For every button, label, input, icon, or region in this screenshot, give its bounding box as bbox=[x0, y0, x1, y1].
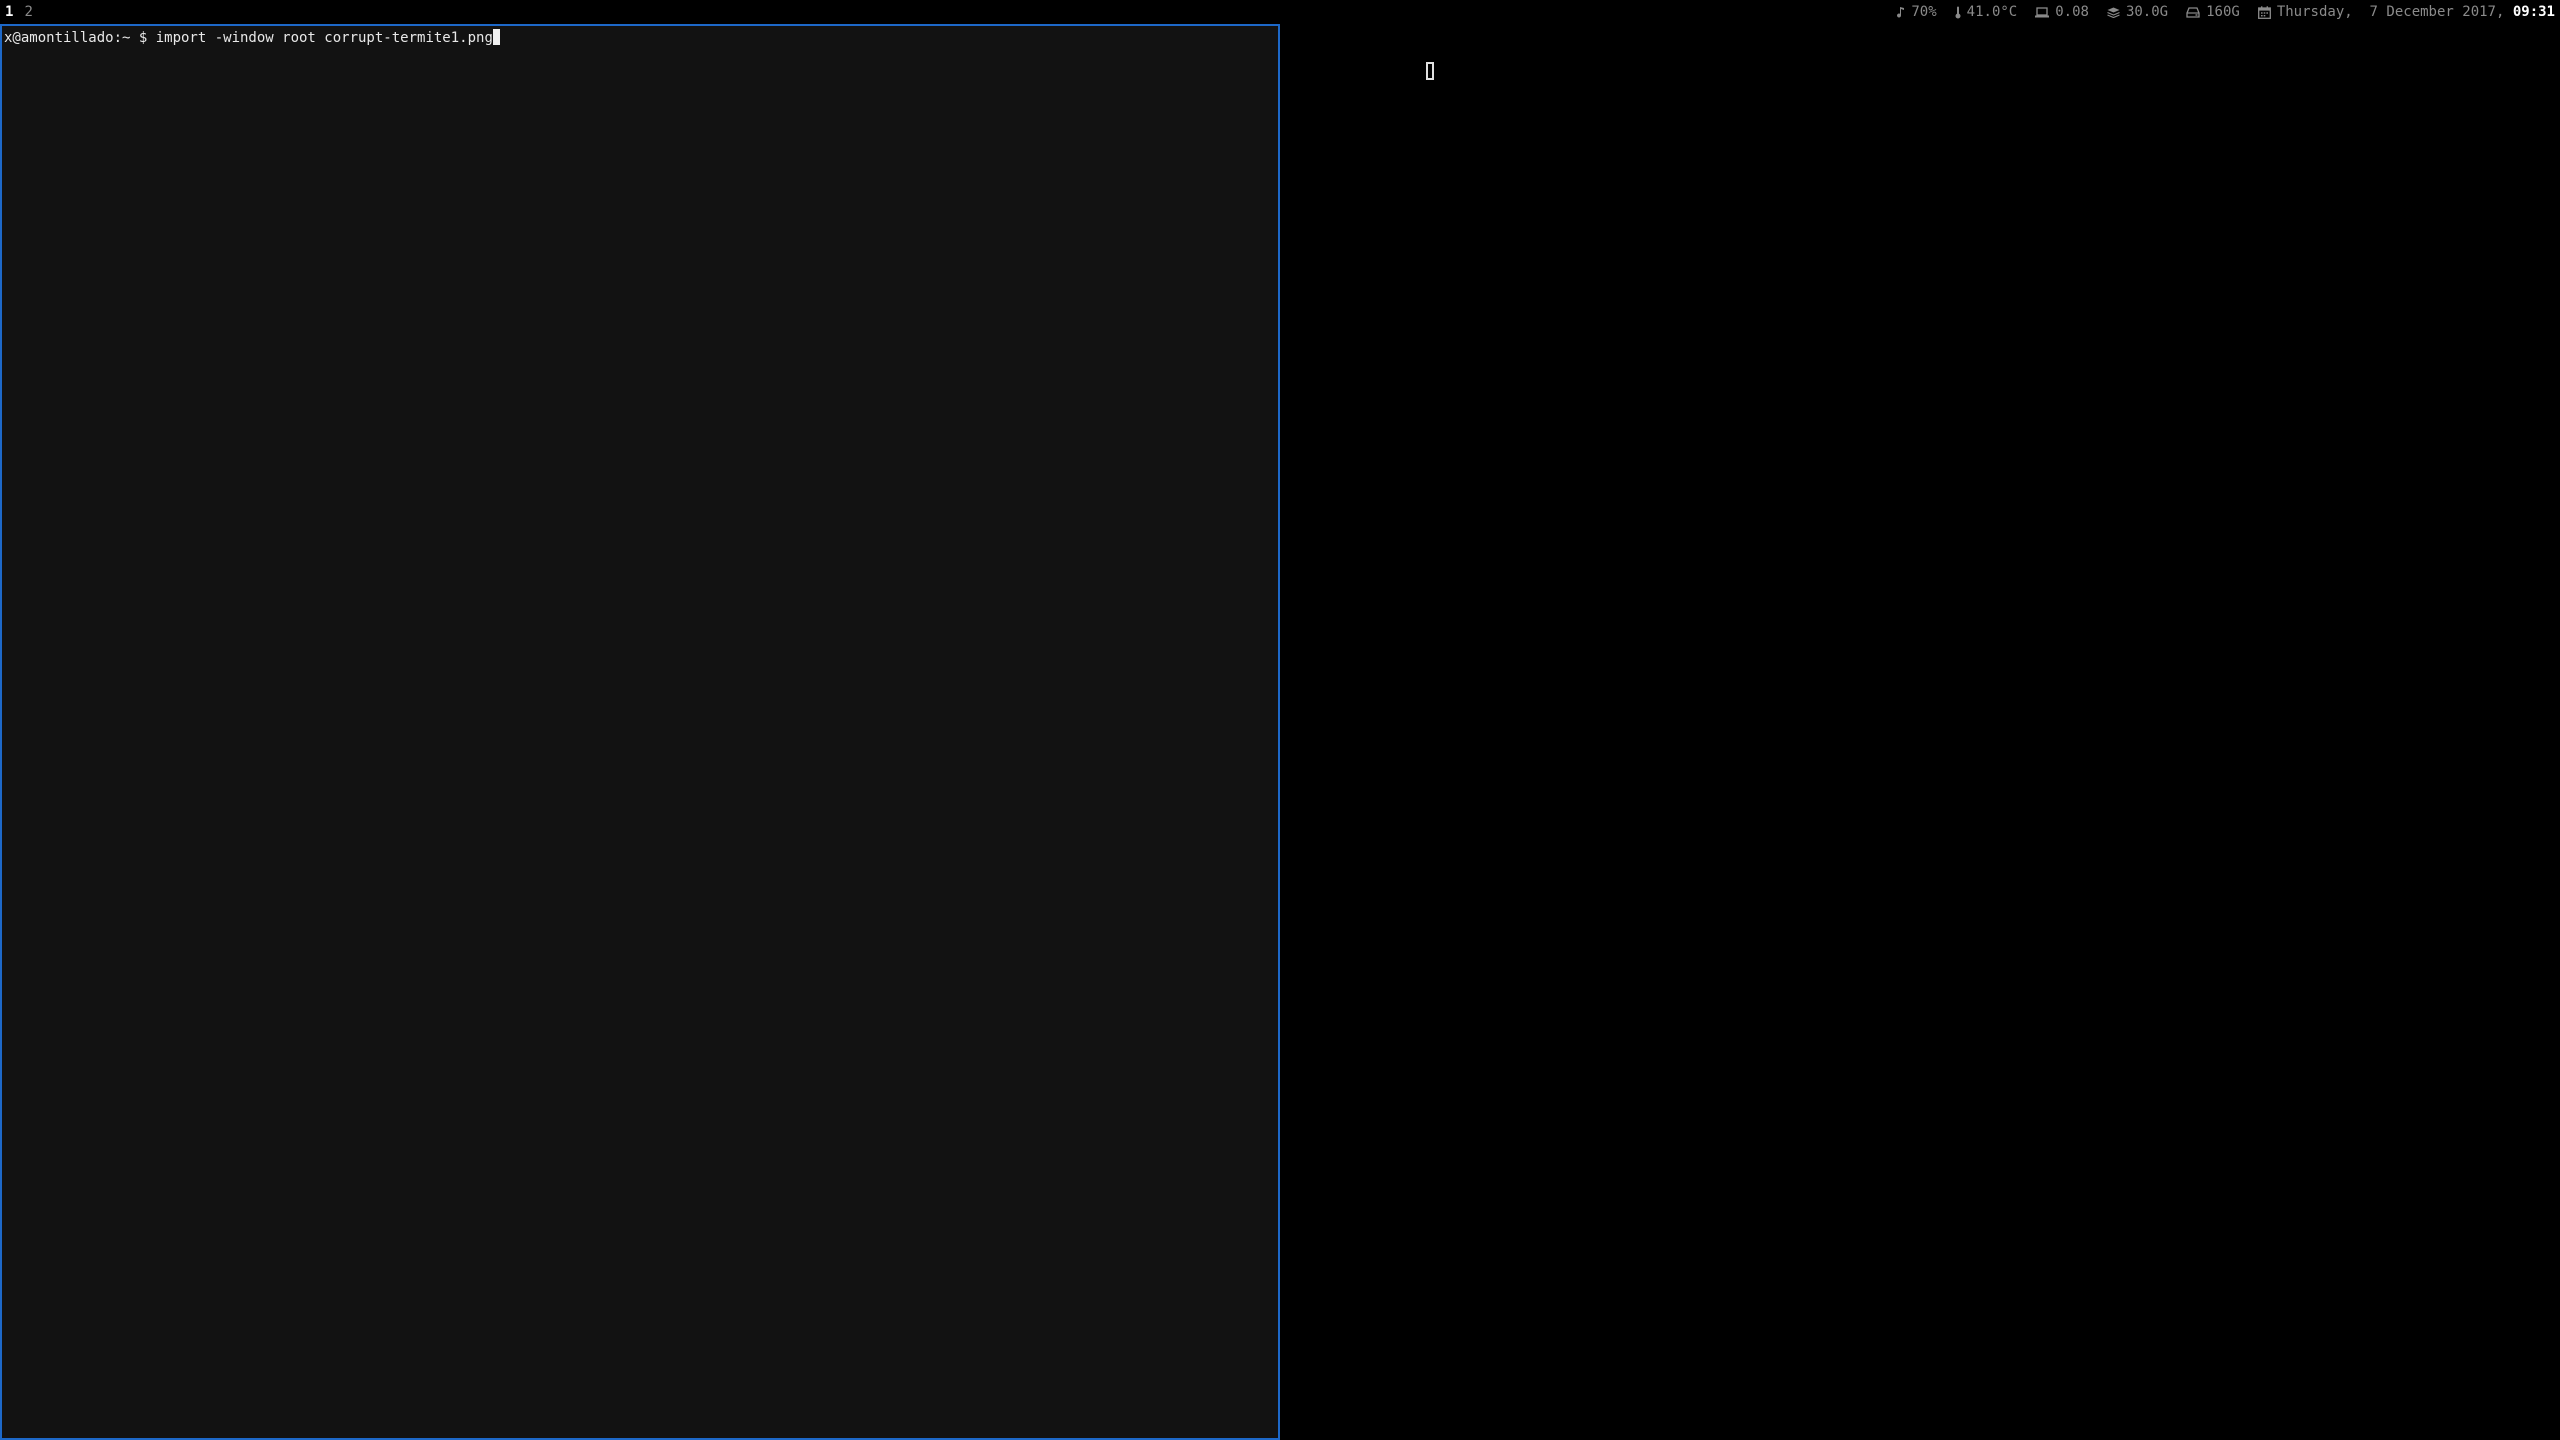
typed-command: import -window root corrupt-termite1.png bbox=[155, 30, 493, 46]
disk-value: 160G bbox=[2206, 4, 2240, 20]
mouse-pointer-icon bbox=[1426, 62, 1434, 80]
hard-drive-icon bbox=[2186, 6, 2200, 18]
memory-layers-icon bbox=[2107, 7, 2120, 18]
load-status: 0.08 bbox=[2035, 0, 2089, 24]
clock-separator bbox=[2504, 0, 2512, 24]
clock-time: 09:31 bbox=[2512, 4, 2555, 20]
workspace-list: 1 2 bbox=[5, 0, 33, 24]
text-cursor bbox=[492, 29, 500, 45]
laptop-icon bbox=[2035, 6, 2050, 18]
top-status-bar: 1 2 70% 41.0°C 0.08 30.0G 160G Thursday,… bbox=[0, 0, 2560, 24]
temperature-status: 41.0°C bbox=[1955, 0, 2018, 24]
volume-value: 70% bbox=[1911, 4, 1937, 20]
thermometer-icon bbox=[1955, 6, 1961, 19]
disk-status: 160G bbox=[2186, 0, 2240, 24]
shell-prompt: x@amontillado:~ $ bbox=[4, 30, 156, 46]
clock-date: Thursday, 7 December 2017, bbox=[2276, 4, 2505, 20]
volume-status[interactable]: 70% bbox=[1896, 0, 1937, 24]
workspace-1[interactable]: 1 bbox=[5, 0, 13, 24]
music-note-icon bbox=[1896, 6, 1905, 18]
memory-status: 30.0G bbox=[2107, 0, 2168, 24]
clock-status: Thursday, 7 December 2017, 09:31 bbox=[2257, 0, 2555, 24]
calendar-icon bbox=[2257, 5, 2271, 19]
terminal-command-line[interactable]: x@amontillado:~ $ import -window root co… bbox=[4, 28, 500, 48]
load-value: 0.08 bbox=[2055, 4, 2089, 20]
memory-value: 30.0G bbox=[2125, 4, 2169, 20]
terminal-window[interactable]: x@amontillado:~ $ import -window root co… bbox=[0, 24, 1280, 1440]
workspace-2[interactable]: 2 bbox=[24, 0, 32, 24]
status-blocks: 70% 41.0°C 0.08 30.0G 160G Thursday, 7 D… bbox=[1878, 0, 2555, 24]
temperature-value: 41.0°C bbox=[1966, 4, 2018, 20]
